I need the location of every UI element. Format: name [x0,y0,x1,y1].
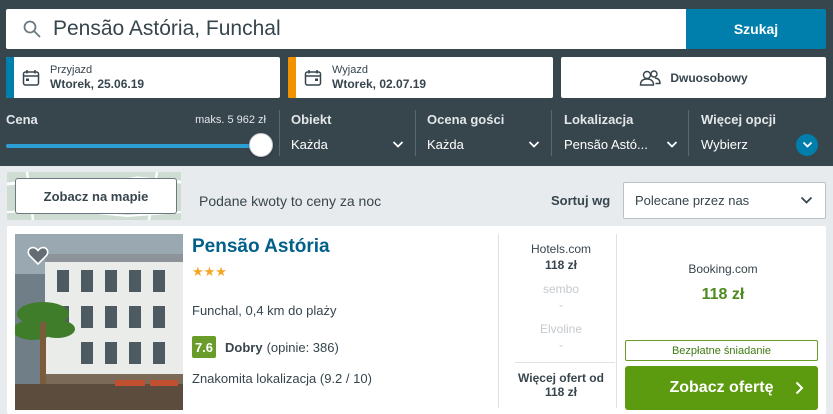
more-offers-link[interactable]: Więcej ofert od 118 zł [507,371,615,399]
offer-provider: Hotels.com [530,242,592,256]
offer-price: 118 zł [544,258,578,272]
calendar-icon [22,69,40,86]
chevron-down-icon [800,196,813,204]
hotel-photo[interactable] [15,234,183,410]
price-note: Podane kwoty to ceny za noc [199,193,382,209]
column-divider [616,234,617,408]
search-button[interactable]: Szukaj [686,9,826,49]
property-filter[interactable]: Obiekt Każda [291,112,404,160]
rating-count: (opinie: 386) [266,339,339,355]
view-deal-label: Zobacz ofertę [669,379,774,396]
checkout-value: Wtorek, 02.07.19 [332,77,427,91]
map-preview[interactable]: Zobacz na mapie [7,172,181,220]
more-options-button[interactable] [796,134,818,156]
checkout-field[interactable]: Wyjazd Wtorek, 02.07.19 [288,57,553,98]
filter-divider [688,110,689,156]
sort-label: Sortuj wg [551,193,611,208]
offer-separator [515,362,615,363]
rating-text: Dobry [225,339,263,355]
checkout-label: Wyjazd [332,64,368,76]
search-input[interactable]: Pensão Astória, Funchal [6,9,686,49]
offer-item: sembo - [507,282,615,312]
chevron-down-icon [666,141,678,148]
search-header: Pensão Astória, Funchal Szukaj Przyjazd … [0,0,833,166]
offer-item[interactable]: Hotels.com 118 zł [507,242,615,272]
offer-item: Elvoline - [507,322,615,352]
chevron-down-icon [802,141,812,148]
column-divider [498,234,499,408]
chevron-down-icon [392,141,404,148]
guests-icon [640,69,662,86]
offer-provider: sembo [542,282,580,296]
checkin-value: Wtorek, 25.06.19 [50,77,145,91]
hotel-stars: ★★★ [192,264,227,279]
chevron-right-icon [795,381,804,395]
price-filter[interactable]: Cena maks. 5 962 zł [6,112,273,160]
search-icon [23,20,41,38]
room-type-label: Dwuosobowy [670,70,748,85]
checkin-label: Przyjazd [50,64,93,76]
rating-score: 7.6 [192,336,216,358]
hotel-location[interactable]: Funchal, 0,4 km do plaży [192,303,337,318]
view-map-button[interactable]: Zobacz na mapie [15,178,177,214]
guest-rating-value: Każda [427,137,464,152]
hotel-highlight: Znakomita lokalizacja (9.2 / 10) [192,371,372,386]
view-deal-button[interactable]: Zobacz ofertę [625,366,818,410]
guest-rating-label: Ocena gości [427,112,505,127]
price-slider-handle[interactable] [249,133,273,157]
checkin-accent [6,57,14,98]
more-options-label: Więcej opcji [701,112,777,127]
location-value: Pensão Astó... [564,137,648,152]
location-label: Lokalizacja [564,112,634,127]
guest-rating[interactable]: 7.6 Dobry (opinie: 386) [192,336,339,358]
checkout-accent [288,57,296,98]
property-value: Każda [291,137,328,152]
more-options-value: Wybierz [701,137,748,152]
chevron-down-icon [528,141,540,148]
hotel-result-card[interactable]: Pensão Astória ★★★ Funchal, 0,4 km do pl… [7,226,826,414]
free-breakfast-badge: Bezpłatne śniadanie [625,340,818,361]
sort-value: Polecane przez nas [635,193,750,208]
search-query[interactable]: Pensão Astória, Funchal [53,17,281,41]
offer-provider: Elvoline [539,322,583,336]
more-offers-price: 118 zł [544,385,578,399]
best-deal-provider[interactable]: Booking.com [625,262,821,276]
filter-divider [279,110,280,156]
calendar-icon [304,69,322,86]
offer-price: - [559,338,563,352]
more-offers-label: Więcej ofert od [518,371,604,385]
checkin-field[interactable]: Przyjazd Wtorek, 25.06.19 [6,57,280,98]
location-filter[interactable]: Lokalizacja Pensão Astó... [564,112,678,160]
room-type-selector[interactable]: Dwuosobowy [561,57,826,98]
offer-price: - [559,298,563,312]
best-deal-price[interactable]: 118 zł [625,286,821,304]
hotel-name[interactable]: Pensão Astória [192,236,330,258]
filter-divider [415,110,416,156]
sort-dropdown[interactable]: Polecane przez nas [623,182,826,219]
more-options-filter[interactable]: Więcej opcji Wybierz [701,112,791,160]
filter-divider [551,110,552,156]
heart-icon[interactable] [27,246,49,266]
guest-rating-filter[interactable]: Ocena gości Każda [427,112,540,160]
price-slider-track[interactable] [6,144,262,148]
best-deal: Booking.com 118 zł Bezpłatne śniadanie Z… [625,234,821,410]
price-max: maks. 5 962 zł [195,114,266,126]
property-label: Obiekt [291,112,332,127]
other-offers: Hotels.com 118 zł sembo - Elvoline - Wię… [507,234,615,408]
